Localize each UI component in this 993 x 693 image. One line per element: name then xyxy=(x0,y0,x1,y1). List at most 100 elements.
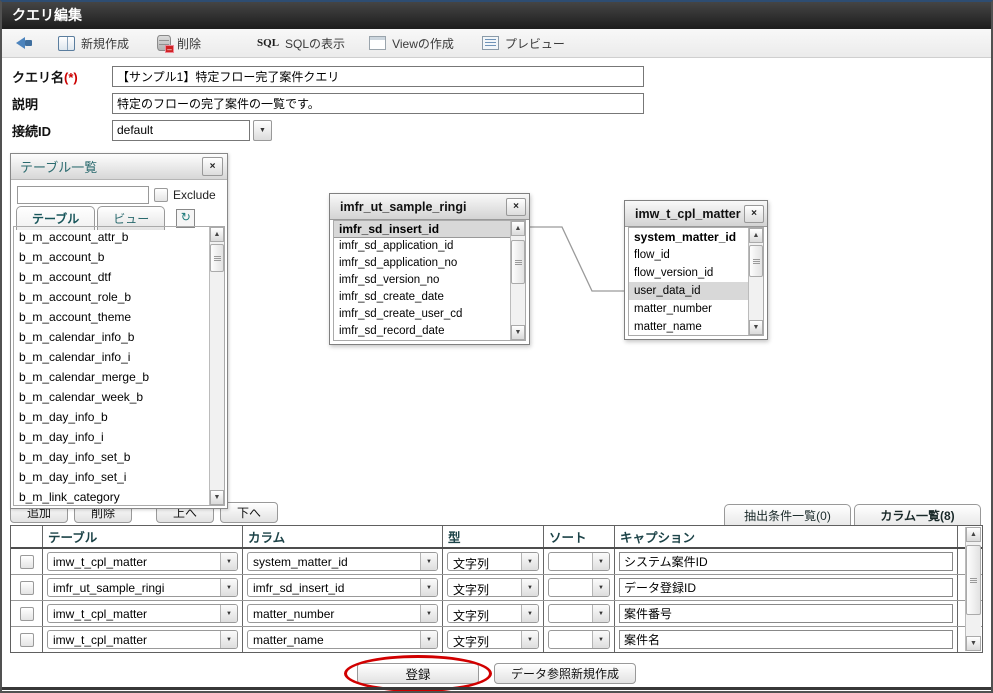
tab-conditions[interactable]: 抽出条件一覧(0) xyxy=(724,504,851,525)
diagram-table-matter[interactable]: imw_t_cpl_matter × system_matter_idflow_… xyxy=(624,200,768,340)
caption-input[interactable] xyxy=(619,552,953,571)
toolbar-delete-button[interactable]: 削除 xyxy=(157,35,201,52)
table-filter-input[interactable] xyxy=(17,186,149,204)
diagram-table-ringi-header[interactable]: imfr_ut_sample_ringi × xyxy=(330,194,529,220)
toolbar-create-view-button[interactable]: Viewの作成 xyxy=(369,35,454,52)
diagram-field[interactable]: flow_version_id xyxy=(629,264,748,282)
type-select[interactable]: 文字列▼ xyxy=(447,552,539,571)
row-checkbox[interactable] xyxy=(20,581,34,595)
table-select[interactable]: imw_t_cpl_matter▼ xyxy=(47,630,238,649)
chevron-down-icon[interactable]: ▼ xyxy=(420,605,437,622)
table-list-item[interactable]: b_m_account_attr_b xyxy=(14,227,224,247)
table-list-item[interactable]: b_m_calendar_merge_b xyxy=(14,367,224,387)
diagram-field[interactable]: imfr_sd_create_user_cd xyxy=(334,306,510,323)
table-list-item[interactable]: b_m_account_theme xyxy=(14,307,224,327)
table-list-item[interactable]: b_m_calendar_info_i xyxy=(14,347,224,367)
tab-columns[interactable]: カラム一覧(8) xyxy=(854,504,981,525)
table-select[interactable]: imw_t_cpl_matter▼ xyxy=(47,552,238,571)
diagram-table-matter-header[interactable]: imw_t_cpl_matter × xyxy=(625,201,767,227)
table-list-item[interactable]: b_m_day_info_set_i xyxy=(14,467,224,487)
scroll-down-icon[interactable]: ▼ xyxy=(966,636,981,651)
query-name-input[interactable] xyxy=(112,66,644,87)
back-button[interactable] xyxy=(16,37,33,49)
close-icon[interactable]: × xyxy=(506,198,526,216)
diagram-box-scrollbar[interactable]: ▲ ▼ xyxy=(748,228,763,335)
diagram-table-ringi[interactable]: imfr_ut_sample_ringi × imfr_sd_insert_id… xyxy=(329,193,530,345)
chevron-down-icon[interactable]: ▼ xyxy=(521,631,538,648)
chevron-down-icon[interactable]: ▼ xyxy=(521,605,538,622)
diagram-field[interactable]: imfr_sd_application_no xyxy=(334,255,510,272)
caption-input[interactable] xyxy=(619,630,953,649)
table-list-item[interactable]: b_m_account_b xyxy=(14,247,224,267)
table-list-item[interactable]: b_m_day_info_set_b xyxy=(14,447,224,467)
column-select[interactable]: imfr_sd_insert_id▼ xyxy=(247,578,438,597)
table-list-item[interactable]: b_m_calendar_info_b xyxy=(14,327,224,347)
toolbar-show-sql-button[interactable]: SQL SQLの表示 xyxy=(257,35,345,52)
table-list-scrollbar[interactable]: ▲ ▼ xyxy=(209,227,224,505)
toolbar-new-button[interactable]: 新規作成 xyxy=(58,35,129,52)
type-select[interactable]: 文字列▼ xyxy=(447,604,539,623)
data-reference-new-button[interactable]: データ参照新規作成 xyxy=(494,663,636,684)
register-button[interactable]: 登録 xyxy=(357,663,479,684)
diagram-field[interactable]: imfr_sd_record_date xyxy=(334,323,510,340)
row-checkbox[interactable] xyxy=(20,633,34,647)
scroll-up-icon[interactable]: ▲ xyxy=(511,221,525,236)
connection-id-select[interactable]: default ▼ xyxy=(112,120,272,141)
chevron-down-icon[interactable]: ▼ xyxy=(253,120,272,141)
chevron-down-icon[interactable]: ▼ xyxy=(420,579,437,596)
table-list-item[interactable]: b_m_account_dtf xyxy=(14,267,224,287)
column-select[interactable]: matter_number▼ xyxy=(247,604,438,623)
diagram-box-scrollbar[interactable]: ▲ ▼ xyxy=(510,221,525,340)
chevron-down-icon[interactable]: ▼ xyxy=(420,631,437,648)
diagram-field[interactable]: imfr_sd_insert_id xyxy=(334,221,510,238)
column-select[interactable]: system_matter_id▼ xyxy=(247,552,438,571)
table-list-item[interactable]: b_m_day_info_b xyxy=(14,407,224,427)
close-icon[interactable]: × xyxy=(202,157,223,176)
chevron-down-icon[interactable]: ▼ xyxy=(420,553,437,570)
column-select[interactable]: matter_name▼ xyxy=(247,630,438,649)
table-list-item[interactable]: b_m_link_category xyxy=(14,487,224,506)
chevron-down-icon[interactable]: ▼ xyxy=(521,579,538,596)
chevron-down-icon[interactable]: ▼ xyxy=(220,605,237,622)
chevron-down-icon[interactable]: ▼ xyxy=(592,579,609,596)
chevron-down-icon[interactable]: ▼ xyxy=(521,553,538,570)
grid-scrollbar[interactable]: ▲ ▼ xyxy=(965,527,981,651)
table-select[interactable]: imfr_ut_sample_ringi▼ xyxy=(47,578,238,597)
type-select[interactable]: 文字列▼ xyxy=(447,578,539,597)
scroll-up-icon[interactable]: ▲ xyxy=(749,228,763,243)
scroll-down-icon[interactable]: ▼ xyxy=(210,490,224,505)
row-checkbox[interactable] xyxy=(20,607,34,621)
sort-select[interactable]: ▼ xyxy=(548,604,610,623)
chevron-down-icon[interactable]: ▼ xyxy=(220,579,237,596)
sort-select[interactable]: ▼ xyxy=(548,552,610,571)
description-input[interactable] xyxy=(112,93,644,114)
chevron-down-icon[interactable]: ▼ xyxy=(592,605,609,622)
sort-select[interactable]: ▼ xyxy=(548,578,610,597)
move-down-button[interactable]: 下へ xyxy=(220,502,278,523)
chevron-down-icon[interactable]: ▼ xyxy=(220,553,237,570)
chevron-down-icon[interactable]: ▼ xyxy=(220,631,237,648)
diagram-field[interactable]: matter_name xyxy=(629,318,748,336)
diagram-field[interactable]: imfr_sd_version_no xyxy=(334,272,510,289)
diagram-field[interactable]: user_data_id xyxy=(629,282,748,300)
diagram-field[interactable]: imfr_sd_create_date xyxy=(334,289,510,306)
close-icon[interactable]: × xyxy=(744,205,764,223)
diagram-field[interactable]: imfr_sd_application_id xyxy=(334,238,510,255)
caption-input[interactable] xyxy=(619,578,953,597)
table-list-item[interactable]: b_m_account_role_b xyxy=(14,287,224,307)
sort-select[interactable]: ▼ xyxy=(548,630,610,649)
scroll-up-icon[interactable]: ▲ xyxy=(210,227,224,242)
scroll-down-icon[interactable]: ▼ xyxy=(749,320,763,335)
table-list-item[interactable]: b_m_day_info_i xyxy=(14,427,224,447)
exclude-checkbox[interactable] xyxy=(154,188,168,202)
chevron-down-icon[interactable]: ▼ xyxy=(592,631,609,648)
diagram-field[interactable]: flow_id xyxy=(629,246,748,264)
scroll-up-icon[interactable]: ▲ xyxy=(966,527,981,542)
caption-input[interactable] xyxy=(619,604,953,623)
row-checkbox[interactable] xyxy=(20,555,34,569)
toolbar-preview-button[interactable]: プレビュー xyxy=(482,35,565,52)
diagram-field[interactable]: matter_number xyxy=(629,300,748,318)
scroll-down-icon[interactable]: ▼ xyxy=(511,325,525,340)
type-select[interactable]: 文字列▼ xyxy=(447,630,539,649)
table-select[interactable]: imw_t_cpl_matter▼ xyxy=(47,604,238,623)
